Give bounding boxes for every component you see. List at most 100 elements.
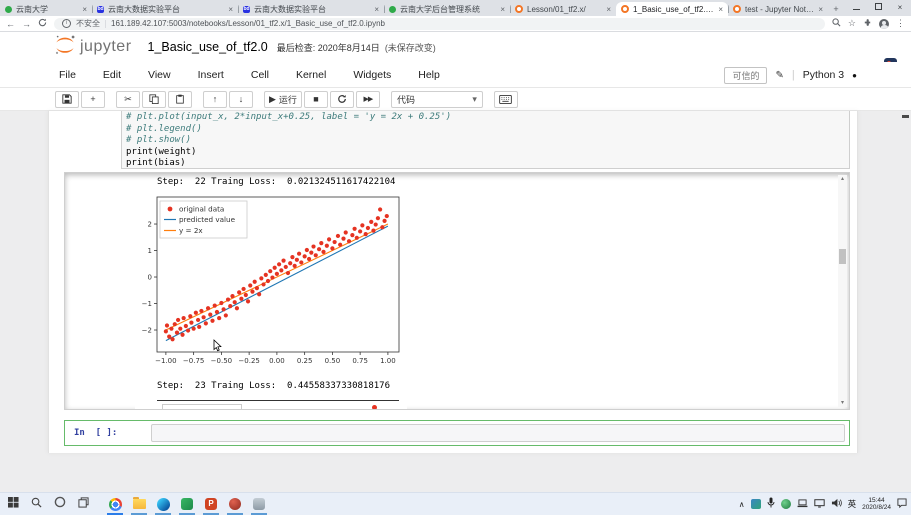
tab-close-icon[interactable]: ×: [228, 5, 233, 14]
menu-insert[interactable]: Insert: [198, 69, 224, 81]
microphone-icon[interactable]: [767, 495, 775, 513]
new-tab-button[interactable]: +: [828, 3, 844, 16]
browser-tab-1[interactable]: bd 云南大数据实验平台 ×: [92, 2, 238, 16]
svg-text:2: 2: [148, 221, 152, 229]
taskbar-powerpoint[interactable]: P: [199, 493, 223, 515]
menu-kernel[interactable]: Kernel: [296, 69, 326, 81]
output-scrollbar[interactable]: ▴ ▾: [838, 175, 847, 407]
tray-shield-icon[interactable]: [781, 499, 791, 509]
tab-close-icon[interactable]: ×: [374, 5, 379, 14]
zoom-icon[interactable]: [832, 18, 841, 29]
legend-marker-scatter: [171, 409, 176, 410]
tray-app-icon[interactable]: [751, 499, 761, 509]
volume-icon[interactable]: [831, 495, 842, 513]
stop-button[interactable]: ■: [304, 91, 328, 108]
move-cell-up-button[interactable]: ↑: [203, 91, 227, 108]
forward-icon[interactable]: →: [22, 19, 31, 29]
taskbar-chrome[interactable]: [103, 493, 127, 515]
cell-input-area[interactable]: [151, 424, 845, 442]
cortana-icon[interactable]: [54, 495, 66, 513]
close-window-button[interactable]: ×: [889, 0, 911, 15]
tray-expand-icon[interactable]: ∧: [739, 500, 745, 509]
minimize-button[interactable]: [845, 0, 867, 15]
taskbar-green-app[interactable]: [175, 493, 199, 515]
menu-help[interactable]: Help: [418, 69, 440, 81]
jupyter-favicon: [515, 5, 523, 13]
taskbar-system-icons: [0, 495, 89, 513]
kernel-name[interactable]: Python 3: [803, 69, 844, 81]
address-bar[interactable]: i 不安全 161.189.42.107:5003/notebooks/Less…: [54, 18, 825, 30]
code-cell-input[interactable]: # plt.plot(input_x, 2*input_x+0.25, labe…: [121, 111, 850, 169]
menu-edit[interactable]: Edit: [103, 69, 121, 81]
command-palette-button[interactable]: [494, 91, 518, 108]
svg-text:−0.25: −0.25: [238, 357, 259, 365]
chevron-down-icon: ▾: [472, 94, 477, 105]
svg-text:0: 0: [148, 274, 152, 282]
tab-close-icon[interactable]: ×: [500, 5, 505, 14]
back-icon[interactable]: ←: [6, 19, 15, 29]
menu-cell[interactable]: Cell: [251, 69, 269, 81]
cell-type-select[interactable]: 代码 ▾: [391, 91, 483, 108]
scrollbar-thumb[interactable]: [839, 249, 846, 264]
action-center-icon[interactable]: [897, 495, 907, 513]
minimize-icon: [853, 9, 860, 10]
menu-widgets[interactable]: Widgets: [353, 69, 391, 81]
laptop-icon[interactable]: [797, 495, 808, 513]
taskbar-file-explorer[interactable]: [127, 493, 151, 515]
notebook-title[interactable]: 1_Basic_use_of_tf2.0: [148, 40, 268, 54]
search-icon[interactable]: [31, 495, 42, 513]
site-info-icon[interactable]: i: [62, 19, 71, 28]
divider: |: [792, 69, 795, 81]
display-icon[interactable]: [814, 495, 825, 513]
start-button[interactable]: [8, 495, 19, 513]
browser-tab-4[interactable]: Lesson/01_tf2.x/ ×: [510, 2, 616, 16]
task-view-icon[interactable]: [78, 495, 89, 513]
browser-tab-3[interactable]: 云南大学后台管理系统 ×: [384, 2, 510, 16]
bd-favicon: bd: [243, 6, 250, 13]
output-scroll-area[interactable]: Step: 22 Traing Loss: 0.0213245116174221…: [64, 172, 850, 410]
browser-tab-active[interactable]: 1_Basic_use_of_tf2.0 - Jupyter ×: [616, 2, 728, 16]
browser-tab-0[interactable]: 云南大学 ×: [0, 2, 92, 16]
scroll-up-icon[interactable]: ▴: [838, 175, 847, 183]
taskbar-clock[interactable]: 15:44 2020/8/24: [862, 497, 891, 512]
trusted-button[interactable]: 可信的: [724, 67, 767, 84]
browser-tab-6[interactable]: test - Jupyter Notebook ×: [728, 2, 828, 16]
input-language-indicator[interactable]: 英: [848, 498, 857, 510]
restore-button[interactable]: [867, 0, 889, 15]
edit-mode-pencil-icon: ✎: [775, 70, 783, 81]
profile-avatar[interactable]: [879, 19, 889, 29]
tab-title: test - Jupyter Notebook: [745, 5, 814, 14]
menu-view[interactable]: View: [148, 69, 171, 81]
restart-kernel-button[interactable]: [330, 91, 354, 108]
taskbar-red-app[interactable]: [223, 493, 247, 515]
tab-close-icon[interactable]: ×: [718, 5, 723, 14]
tab-close-icon[interactable]: ×: [606, 5, 611, 14]
scroll-down-icon[interactable]: ▾: [838, 399, 847, 407]
legend-marker-scatter: [168, 207, 173, 212]
menu-file[interactable]: File: [59, 69, 76, 81]
restart-run-all-button[interactable]: ▶▶: [356, 91, 380, 108]
taskbar-grey-app[interactable]: [247, 493, 271, 515]
bookmark-star-icon[interactable]: ☆: [848, 18, 856, 29]
extensions-icon[interactable]: [863, 18, 872, 29]
tab-close-icon[interactable]: ×: [82, 5, 87, 14]
empty-code-cell[interactable]: In [ ]:: [64, 420, 850, 446]
reload-icon[interactable]: [38, 18, 47, 29]
kernel-busy-icon: ●: [852, 71, 857, 80]
run-button[interactable]: ▶ 运行: [264, 91, 302, 108]
chrome-icon: [109, 498, 122, 511]
edge-icon: [157, 498, 170, 511]
paste-cell-button[interactable]: [168, 91, 192, 108]
save-button[interactable]: [55, 91, 79, 108]
cut-cell-button[interactable]: ✂: [116, 91, 140, 108]
jupyter-logo-icon[interactable]: [54, 34, 76, 61]
browser-menu-icon[interactable]: ⋮: [896, 18, 905, 29]
browser-url-bar: ← → i 不安全 161.189.42.107:5003/notebooks/…: [0, 16, 911, 32]
browser-tab-2[interactable]: bd 云南大数据实验平台 ×: [238, 2, 384, 16]
copy-cell-button[interactable]: [142, 91, 166, 108]
tab-close-icon[interactable]: ×: [818, 5, 823, 14]
taskbar-edge[interactable]: [151, 493, 175, 515]
move-cell-down-button[interactable]: ↓: [229, 91, 253, 108]
insert-cell-button[interactable]: +: [81, 91, 105, 108]
jupyter-logo-text[interactable]: jupyter: [80, 38, 132, 56]
